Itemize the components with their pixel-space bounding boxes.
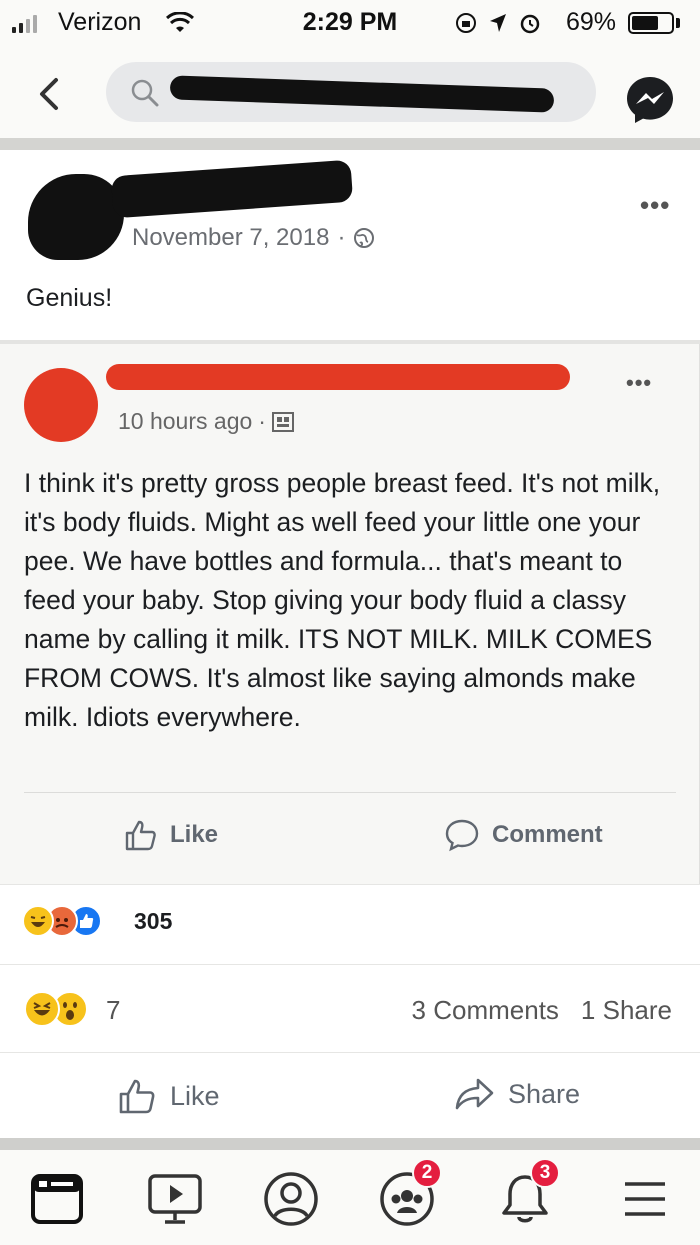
screenshot-separator: · (258, 408, 266, 434)
post-reactions-count[interactable]: 7 (106, 995, 120, 1026)
share-icon (455, 1078, 494, 1110)
screenshot-reactions-count: 305 (134, 908, 173, 934)
post-card: November 7, 2018 · ••• Genius! (0, 150, 700, 340)
screenshot-more-icon: ••• (626, 370, 653, 395)
back-icon[interactable] (30, 74, 70, 114)
share-button[interactable]: Share (454, 1077, 580, 1111)
messenger-icon[interactable] (624, 74, 676, 126)
menu-icon (625, 1182, 665, 1216)
status-icons (454, 11, 542, 35)
shares-count-link[interactable]: 1 Share (581, 995, 672, 1026)
search-input[interactable] (106, 62, 596, 122)
screenshot-reaction-icons (22, 905, 102, 937)
battery-icon (628, 12, 674, 34)
tab-news-feed[interactable] (28, 1170, 86, 1228)
tab-bar: 2 3 (0, 1150, 700, 1245)
tab-menu[interactable] (616, 1170, 674, 1228)
tab-profile[interactable] (262, 1170, 320, 1228)
location-icon (490, 14, 506, 32)
lock-rotation-icon (456, 13, 476, 33)
comments-count-link[interactable]: 3 Comments (412, 995, 559, 1026)
shared-screenshot: ••• 10 hours ago · I think it's pretty g… (0, 344, 700, 884)
tab-groups[interactable]: 2 (378, 1158, 442, 1228)
tab-watch[interactable] (146, 1170, 204, 1228)
globe-icon (354, 228, 375, 248)
screenshot-actions: Like Comment (0, 818, 700, 858)
status-bar: Verizon 2:29 PM 69% (0, 0, 700, 46)
search-icon (131, 79, 159, 107)
comment-icon (445, 819, 479, 852)
more-icon[interactable]: ••• (640, 190, 670, 221)
screenshot-reactions-row: 305 (0, 884, 700, 964)
post-meta: November 7, 2018 · (132, 224, 375, 252)
screenshot-time: 10 hours ago (118, 408, 253, 434)
laugh-emoji (24, 991, 60, 1027)
redacted-avatar (24, 368, 98, 442)
post-caption: Genius! (26, 284, 113, 312)
redacted-author-name (110, 159, 354, 219)
groups-badge: 2 (412, 1158, 442, 1188)
haha-emoji (22, 905, 54, 937)
watch-icon (148, 1174, 202, 1224)
screenshot-like: Like (124, 818, 218, 852)
screenshot-like-label: Like (170, 821, 219, 848)
profile-icon (264, 1172, 318, 1226)
post-reaction-icons[interactable] (24, 991, 88, 1027)
screenshot-comment-label: Comment (492, 821, 603, 848)
avatar[interactable] (28, 174, 124, 260)
like-label: Like (170, 1080, 220, 1111)
alarm-icon (520, 14, 540, 34)
post-date[interactable]: November 7, 2018 (132, 224, 329, 252)
like-icon (119, 1079, 155, 1114)
notifications-badge: 3 (530, 1158, 560, 1188)
meta-separator: · (337, 224, 346, 251)
friends-icon (271, 411, 294, 432)
nav-bar (0, 46, 700, 138)
battery-nub (676, 18, 680, 28)
redacted-search-text (169, 75, 555, 113)
tab-notifications[interactable]: 3 (496, 1158, 560, 1228)
like-button[interactable]: Like (118, 1077, 220, 1115)
post-stats-right: 3 Comments 1 Share (412, 995, 672, 1026)
share-label: Share (508, 1078, 581, 1109)
like-thumb-icon (125, 820, 156, 851)
tab-divider (0, 1138, 700, 1150)
nav-divider (0, 138, 700, 150)
post-actions-row: Like Share (0, 1052, 700, 1138)
news-feed-icon (31, 1174, 83, 1224)
screenshot-meta: 10 hours ago · (118, 408, 294, 435)
battery-percent: 69% (566, 8, 617, 36)
screenshot-comment: Comment (444, 818, 603, 852)
post-stats-row: 7 3 Comments 1 Share (0, 964, 700, 1052)
screenshot-body-text: I think it's pretty gross people breast … (24, 468, 661, 732)
battery-level (632, 16, 659, 30)
screenshot-divider (24, 792, 676, 793)
redacted-name (106, 364, 570, 390)
